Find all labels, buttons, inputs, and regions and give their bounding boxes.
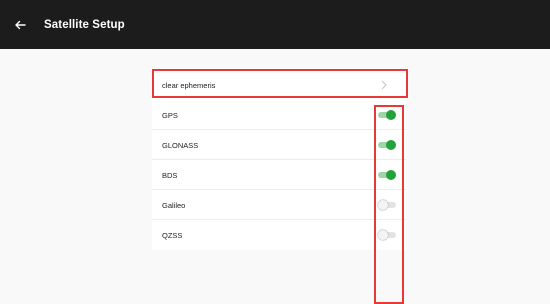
qzss-label: QZSS <box>162 230 183 240</box>
toggle-knob <box>386 140 396 150</box>
gps-toggle[interactable] <box>378 110 396 120</box>
chevron-right-icon <box>381 80 387 90</box>
bds-toggle[interactable] <box>378 170 396 180</box>
back-button[interactable] <box>10 15 30 35</box>
settings-content: clear ephemeris GPS GLONASS BDS Galileo <box>0 49 550 304</box>
galileo-label: Galileo <box>162 200 186 210</box>
toggle-knob <box>378 230 388 240</box>
qzss-row: QZSS <box>152 220 406 250</box>
gps-row: GPS <box>152 100 406 130</box>
glonass-label: GLONASS <box>162 140 199 150</box>
galileo-toggle[interactable] <box>378 200 396 210</box>
bds-row: BDS <box>152 160 406 190</box>
gps-label: GPS <box>162 110 178 120</box>
arrow-left-icon <box>15 20 26 29</box>
toggle-knob <box>386 170 396 180</box>
page-title: Satellite Setup <box>44 18 125 31</box>
toggle-knob <box>378 200 388 210</box>
app-bar: Satellite Setup <box>0 0 550 49</box>
bds-label: BDS <box>162 170 178 180</box>
qzss-toggle[interactable] <box>378 230 396 240</box>
toggle-knob <box>386 110 396 120</box>
glonass-toggle[interactable] <box>378 140 396 150</box>
clear-ephemeris-row[interactable]: clear ephemeris <box>152 70 406 100</box>
galileo-row: Galileo <box>152 190 406 220</box>
clear-ephemeris-label: clear ephemeris <box>162 80 216 90</box>
glonass-row: GLONASS <box>152 130 406 160</box>
